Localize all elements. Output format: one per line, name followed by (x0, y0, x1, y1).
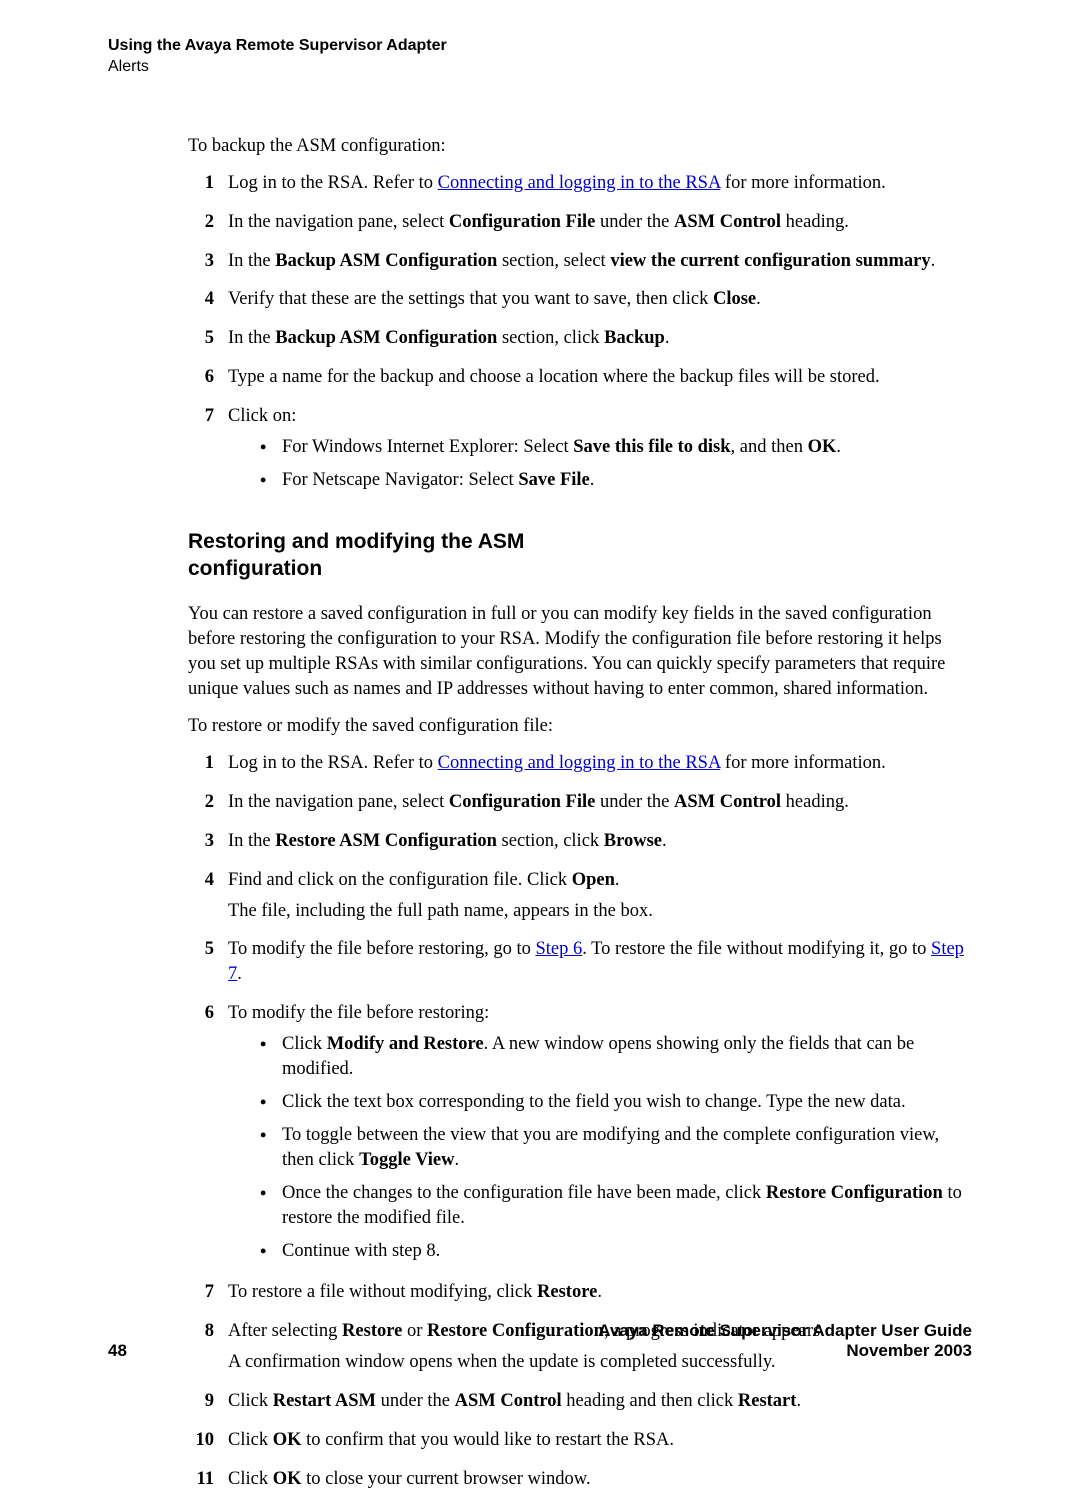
bullet-item: Click Modify and Restore. A new window o… (260, 1032, 972, 1082)
content: To backup the ASM configuration: 1 Log i… (188, 134, 972, 1498)
list-item: 3 In the Backup ASM Configuration sectio… (188, 249, 972, 280)
section1-intro: To backup the ASM configuration: (188, 134, 972, 159)
list-item: 6 Type a name for the backup and choose … (188, 365, 972, 396)
list-item: 7 Click on: For Windows Internet Explore… (188, 404, 972, 501)
list-item: 1 Log in to the RSA. Refer to Connecting… (188, 751, 972, 782)
list-item: 11 Click OK to close your current browse… (188, 1467, 972, 1498)
step-number: 11 (188, 1467, 228, 1498)
list-item: 3 In the Restore ASM Configuration secti… (188, 829, 972, 860)
header-subtitle: Alerts (108, 57, 972, 78)
list-item: 1 Log in to the RSA. Refer to Connecting… (188, 171, 972, 202)
step-text: To restore a file without modifying, cli… (228, 1280, 972, 1305)
step-number: 10 (188, 1428, 228, 1459)
step-text: In the navigation pane, select Configura… (228, 210, 972, 235)
link-step-6[interactable]: Step 6 (535, 939, 582, 959)
step-text: In the Restore ASM Configuration section… (228, 829, 972, 854)
step-number: 6 (188, 365, 228, 396)
list-item: 5 In the Backup ASM Configuration sectio… (188, 326, 972, 357)
section2-para: You can restore a saved configuration in… (188, 602, 972, 702)
step-number: 4 (188, 287, 228, 318)
list-item: 4 Verify that these are the settings tha… (188, 287, 972, 318)
step-text: Click OK to close your current browser w… (228, 1467, 972, 1492)
step-number: 5 (188, 937, 228, 993)
step-note: The file, including the full path name, … (228, 899, 972, 924)
list-item: 7 To restore a file without modifying, c… (188, 1280, 972, 1311)
step-number: 1 (188, 171, 228, 202)
bullet-item: Continue with step 8. (260, 1239, 972, 1264)
step-number: 1 (188, 751, 228, 782)
list-item: 9 Click Restart ASM under the ASM Contro… (188, 1389, 972, 1420)
step-text: To modify the file before restoring, go … (228, 937, 972, 987)
step-text: In the Backup ASM Configuration section,… (228, 249, 972, 274)
section-heading-restoring: Restoring and modifying the ASM configur… (188, 529, 972, 582)
step-number: 2 (188, 210, 228, 241)
section2-intro: To restore or modify the saved configura… (188, 714, 972, 739)
page-header: Using the Avaya Remote Supervisor Adapte… (108, 36, 972, 78)
step-number: 9 (188, 1389, 228, 1420)
link-connecting-login[interactable]: Connecting and logging in to the RSA (438, 173, 721, 193)
sub-bullets: Click Modify and Restore. A new window o… (260, 1032, 972, 1264)
step-text: Click Restart ASM under the ASM Control … (228, 1389, 972, 1414)
footer-line2: November 2003 (598, 1341, 972, 1361)
link-connecting-login[interactable]: Connecting and logging in to the RSA (438, 753, 721, 773)
bullet-item: For Netscape Navigator: Select Save File… (260, 468, 972, 493)
page: Using the Avaya Remote Supervisor Adapte… (0, 0, 1080, 1397)
step-text: Log in to the RSA. Refer to Connecting a… (228, 751, 972, 776)
step-number: 6 (188, 1001, 228, 1272)
step-text: In the navigation pane, select Configura… (228, 790, 972, 815)
step-number: 2 (188, 790, 228, 821)
bullet-item: Click the text box corresponding to the … (260, 1090, 972, 1115)
bullet-item: For Windows Internet Explorer: Select Sa… (260, 435, 972, 460)
list-item: 4 Find and click on the configuration fi… (188, 868, 972, 930)
footer-line1: Avaya Remote Supervisor Adapter User Gui… (598, 1321, 972, 1341)
step-number: 4 (188, 868, 228, 930)
step-text: In the Backup ASM Configuration section,… (228, 326, 972, 351)
list-item: 2 In the navigation pane, select Configu… (188, 210, 972, 241)
step-number: 7 (188, 404, 228, 501)
step-text: Find and click on the configuration file… (228, 868, 972, 893)
bullet-item: Once the changes to the configuration fi… (260, 1181, 972, 1231)
step-number: 7 (188, 1280, 228, 1311)
step-text: Click on: (228, 404, 972, 429)
footer-right: Avaya Remote Supervisor Adapter User Gui… (598, 1321, 972, 1361)
list-item: 2 In the navigation pane, select Configu… (188, 790, 972, 821)
step-text: Click OK to confirm that you would like … (228, 1428, 972, 1453)
list-item: 10 Click OK to confirm that you would li… (188, 1428, 972, 1459)
step-number: 3 (188, 829, 228, 860)
step-number: 5 (188, 326, 228, 357)
restore-steps: 1 Log in to the RSA. Refer to Connecting… (188, 751, 972, 1498)
step-text: Type a name for the backup and choose a … (228, 365, 972, 390)
step-text: Log in to the RSA. Refer to Connecting a… (228, 171, 972, 196)
step-text: Verify that these are the settings that … (228, 287, 972, 312)
list-item: 6 To modify the file before restoring: C… (188, 1001, 972, 1272)
sub-bullets: For Windows Internet Explorer: Select Sa… (260, 435, 972, 493)
list-item: 5 To modify the file before restoring, g… (188, 937, 972, 993)
bullet-item: To toggle between the view that you are … (260, 1123, 972, 1173)
step-text: To modify the file before restoring: (228, 1001, 972, 1026)
page-number: 48 (108, 1341, 127, 1361)
backup-steps: 1 Log in to the RSA. Refer to Connecting… (188, 171, 972, 502)
step-number: 3 (188, 249, 228, 280)
header-title: Using the Avaya Remote Supervisor Adapte… (108, 36, 972, 57)
page-footer: 48 Avaya Remote Supervisor Adapter User … (108, 1321, 972, 1361)
